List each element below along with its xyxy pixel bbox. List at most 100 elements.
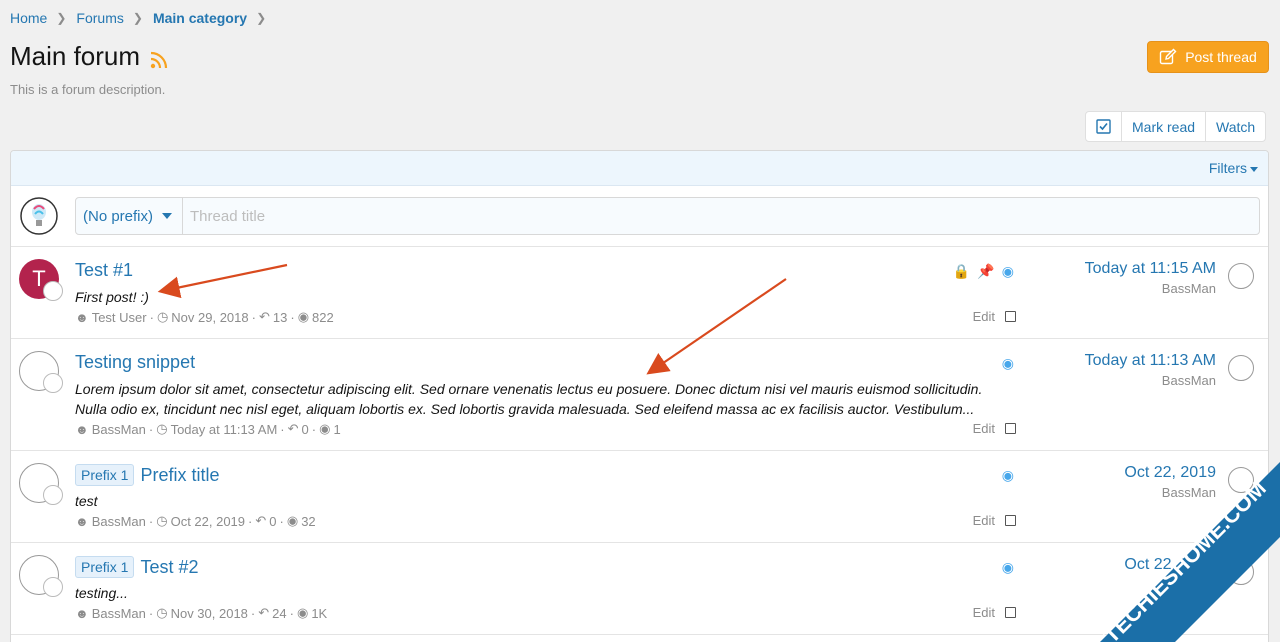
eye-icon: ◉: [286, 513, 299, 528]
checkbox-icon: [1096, 119, 1111, 134]
thread-prefix-badge[interactable]: Prefix 1: [75, 556, 135, 578]
lightbulb-avatar-icon[interactable]: [1228, 355, 1254, 381]
thread-snippet: test: [75, 493, 98, 509]
mark-read-button[interactable]: Mark read: [1122, 112, 1207, 141]
lightbulb-avatar-icon: [20, 197, 58, 235]
thread-title[interactable]: Test #1: [75, 260, 133, 281]
separator: ·: [279, 513, 284, 529]
page-title-row: Main forum: [10, 41, 168, 72]
latest-post: Today at 11:13 AM BassMan: [1085, 352, 1216, 388]
latest-date[interactable]: Today at 11:15 AM: [1085, 260, 1216, 278]
separator: ·: [148, 513, 154, 529]
select-checkbox[interactable]: [1005, 423, 1016, 434]
forum-description: This is a forum description.: [10, 82, 166, 97]
thread-meta: ☻ BassMan · ◷ Nov 30, 2018 · ↶ 24 · ◉ 1K: [75, 605, 327, 621]
thread-snippet: Lorem ipsum dolor sit amet, consectetur …: [75, 381, 983, 417]
latest-date[interactable]: Today at 11:13 AM: [1085, 352, 1216, 370]
eye-icon: ◉: [1001, 263, 1014, 279]
thread-date[interactable]: Nov 30, 2018: [171, 606, 248, 621]
thread-title-input[interactable]: [183, 207, 1259, 225]
edit-controls: Edit: [973, 421, 1016, 436]
reply-icon: ↶: [258, 605, 270, 620]
thread-title[interactable]: Prefix 1 Prefix title: [75, 464, 220, 486]
thread-date[interactable]: Oct 22, 2019: [171, 514, 245, 529]
select-checkbox[interactable]: [1005, 607, 1016, 618]
latest-user[interactable]: BassMan: [1085, 281, 1216, 296]
select-toggle-button[interactable]: [1086, 112, 1122, 141]
watermark-banner: TECHIESHOME.COM: [1099, 462, 1280, 642]
lightbulb-avatar-icon: [43, 281, 63, 301]
breadcrumb-home[interactable]: Home: [10, 10, 47, 26]
edit-link[interactable]: Edit: [973, 605, 995, 620]
select-checkbox[interactable]: [1005, 515, 1016, 526]
chevron-right-icon: ❯: [56, 11, 67, 25]
thread-author[interactable]: Test User: [92, 310, 147, 325]
separator: ·: [148, 421, 154, 437]
eye-icon: ◉: [296, 605, 309, 620]
latest-user[interactable]: BassMan: [1085, 373, 1216, 388]
separator: ·: [289, 605, 294, 621]
separator: ·: [280, 421, 285, 437]
user-icon: ☻: [75, 605, 89, 621]
thread-date[interactable]: Today at 11:13 AM: [171, 422, 278, 437]
prefix-select[interactable]: (No prefix): [76, 198, 184, 234]
edit-controls: Edit: [973, 309, 1016, 324]
post-thread-button[interactable]: Post thread: [1147, 41, 1269, 73]
breadcrumb-forums[interactable]: Forums: [76, 10, 123, 26]
separator: ·: [248, 513, 253, 529]
prefix-select-value: (No prefix): [83, 207, 154, 225]
thread-title[interactable]: Prefix 1 Test #2: [75, 556, 199, 578]
thread-author[interactable]: BassMan: [92, 422, 146, 437]
thread-snippet: testing...: [75, 585, 128, 601]
eye-icon: ◉: [1001, 355, 1014, 371]
thread-title[interactable]: Testing snippet: [75, 352, 195, 373]
thread-author[interactable]: BassMan: [92, 514, 146, 529]
thread-row[interactable]: T Test #1 First post! :) ☻ Test User · ◷…: [11, 247, 1268, 339]
thread-views: 1: [333, 421, 341, 437]
thread-status-icons: ◉: [1002, 467, 1014, 484]
separator: ·: [149, 309, 154, 325]
breadcrumb-main-category[interactable]: Main category: [153, 10, 247, 26]
select-checkbox[interactable]: [1005, 311, 1016, 322]
thread-title-text: Prefix title: [140, 464, 220, 485]
latest-post: Today at 11:15 AM BassMan: [1085, 260, 1216, 296]
clock-icon: ◷: [156, 605, 168, 620]
thread-views: 1K: [311, 605, 328, 621]
filters-button[interactable]: Filters: [1209, 160, 1258, 176]
breadcrumb: Home ❯ Forums ❯ Main category ❯: [10, 10, 276, 26]
thread-date[interactable]: Nov 29, 2018: [171, 310, 248, 325]
avatar[interactable]: [19, 555, 63, 597]
watch-button[interactable]: Watch: [1206, 112, 1265, 141]
thread-views: 822: [312, 309, 334, 325]
eye-icon: ◉: [297, 309, 310, 324]
thread-status-icons: ◉: [1002, 355, 1014, 372]
edit-link[interactable]: Edit: [973, 309, 995, 324]
avatar[interactable]: [20, 197, 58, 240]
edit-controls: Edit: [973, 513, 1016, 528]
edit-link[interactable]: Edit: [973, 513, 995, 528]
caret-down-icon: [1250, 166, 1258, 172]
separator: ·: [290, 309, 295, 325]
eye-icon: ◉: [1001, 559, 1014, 575]
thread-prefix-badge[interactable]: Prefix 1: [75, 464, 135, 486]
edit-link[interactable]: Edit: [973, 421, 995, 436]
thread-row[interactable]: Testing snippet Lorem ipsum dolor sit am…: [11, 339, 1268, 451]
edit-controls: Edit: [973, 605, 1016, 620]
avatar[interactable]: [19, 351, 63, 393]
avatar[interactable]: T: [19, 259, 63, 301]
page-title: Main forum: [10, 41, 141, 71]
filters-label: Filters: [1208, 160, 1247, 176]
lightbulb-avatar-icon: [43, 485, 63, 505]
clock-icon: ◷: [156, 421, 168, 436]
eye-icon: ◉: [319, 421, 331, 436]
thread-replies: 0: [301, 421, 309, 437]
lightbulb-avatar-icon[interactable]: [1228, 263, 1254, 289]
user-icon: ☻: [75, 309, 89, 325]
chevron-right-icon: ❯: [256, 11, 267, 25]
rss-icon[interactable]: [150, 51, 168, 69]
post-thread-label: Post thread: [1185, 49, 1257, 65]
thread-snippet: First post! :): [75, 289, 149, 305]
thread-author[interactable]: BassMan: [92, 606, 146, 621]
thread-status-icons: 🔒 📌 ◉: [953, 263, 1014, 280]
avatar[interactable]: [19, 463, 63, 505]
